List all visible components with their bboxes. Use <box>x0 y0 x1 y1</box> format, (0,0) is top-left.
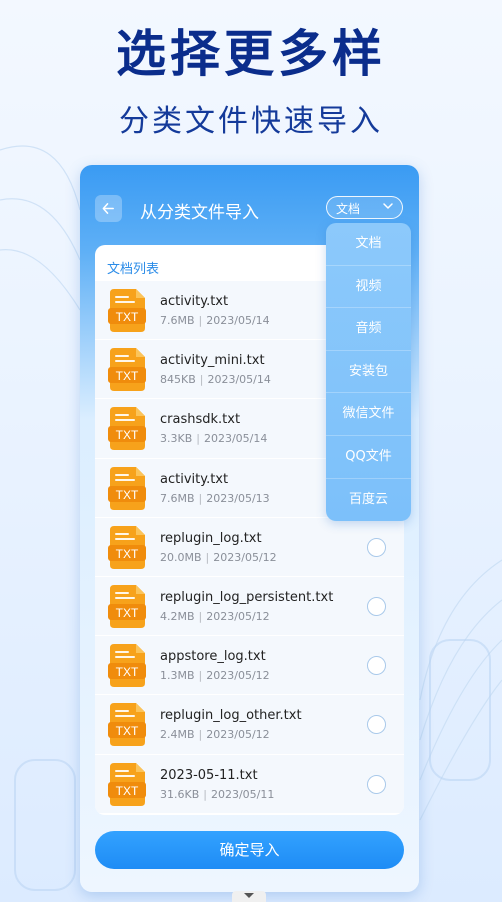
dropdown-item[interactable]: 音频 <box>326 308 411 351</box>
txt-file-icon: TXT <box>108 466 146 510</box>
file-icon-label: TXT <box>116 724 139 738</box>
file-meta: 4.2MB | 2023/05/12 <box>160 610 270 623</box>
file-meta: 3.3KB | 2023/05/14 <box>160 432 267 445</box>
txt-file-icon: TXT <box>108 644 146 688</box>
file-name: activity.txt <box>160 471 229 487</box>
meta-separator: | <box>198 609 203 623</box>
file-row[interactable]: TXT replugin_log.txt 20.0MB | 2023/05/12 <box>95 517 404 577</box>
meta-separator: | <box>198 314 203 327</box>
file-icon-label: TXT <box>116 428 139 442</box>
back-arrow-icon <box>102 203 114 214</box>
file-meta: 1.3MB | 2023/05/12 <box>160 669 270 682</box>
file-size: 3.3KB <box>160 432 193 446</box>
meta-separator: | <box>196 432 200 446</box>
file-date: 2023/05/11 <box>210 787 275 801</box>
select-radio[interactable] <box>367 596 386 616</box>
txt-file-icon: TXT <box>108 289 146 332</box>
file-icon-label: TXT <box>116 665 139 679</box>
txt-file-icon: TXT <box>108 703 146 747</box>
dropdown-item[interactable]: 百度云 <box>326 479 411 521</box>
meta-separator: | <box>199 373 204 387</box>
txt-file-icon: TXT <box>108 525 146 569</box>
file-list-title: 文档列表 <box>107 262 160 277</box>
file-meta: 7.6MB | 2023/05/13 <box>160 492 270 505</box>
file-date: 2023/05/14 <box>206 314 270 327</box>
file-name: appstore_log.txt <box>160 649 266 665</box>
select-radio[interactable] <box>367 656 386 676</box>
file-row[interactable]: TXT 2023-05-11.txt 31.6KB | 2023/05/11 <box>95 754 404 814</box>
select-radio[interactable] <box>367 715 386 735</box>
file-size: 1.3MB <box>160 669 195 683</box>
headline: 选择更多样 <box>116 25 386 83</box>
meta-separator: | <box>198 491 203 505</box>
file-date: 2023/05/12 <box>206 609 270 623</box>
file-date: 2023/05/14 <box>203 432 268 446</box>
file-meta: 2.4MB | 2023/05/12 <box>160 728 270 741</box>
file-meta: 31.6KB | 2023/05/11 <box>160 788 274 801</box>
file-name: replugin_log_other.txt <box>160 708 302 724</box>
file-icon-label: TXT <box>116 784 139 798</box>
file-date: 2023/05/12 <box>206 728 270 742</box>
subline: 分类文件快速导入 <box>119 104 383 139</box>
file-meta: 7.6MB | 2023/05/14 <box>160 314 270 327</box>
dropdown-item[interactable]: QQ文件 <box>326 436 411 479</box>
file-size: 2.4MB <box>160 728 195 742</box>
meta-separator: | <box>198 669 203 683</box>
file-meta: 20.0MB | 2023/05/12 <box>160 551 277 564</box>
dropdown-item[interactable]: 安装包 <box>326 351 411 394</box>
file-date: 2023/05/12 <box>213 550 277 564</box>
dropdown-item[interactable]: 文档 <box>326 223 411 266</box>
file-date: 2023/05/12 <box>206 669 270 683</box>
file-icon-label: TXT <box>116 310 139 324</box>
file-name: activity_mini.txt <box>160 353 265 369</box>
txt-file-icon: TXT <box>108 584 146 628</box>
dropdown-item[interactable]: 视频 <box>326 266 411 309</box>
dropdown-item[interactable]: 微信文件 <box>326 393 411 436</box>
file-meta: 845KB | 2023/05/14 <box>160 373 271 386</box>
bottom-handle[interactable] <box>232 891 266 902</box>
page-title: 从分类文件导入 <box>140 203 259 223</box>
select-radio[interactable] <box>367 537 386 557</box>
file-icon-label: TXT <box>116 606 139 620</box>
file-type-dropdown: 文档 视频 音频 安装包 微信文件 QQ文件 百度云 <box>326 223 411 521</box>
txt-file-icon: TXT <box>108 407 146 451</box>
select-radio[interactable] <box>367 774 386 794</box>
file-row[interactable]: TXT replugin_log_other.txt 2.4MB | 2023/05… <box>95 695 404 755</box>
file-icon-label: TXT <box>116 547 139 561</box>
txt-file-icon: TXT <box>108 348 146 392</box>
file-type-select-value: 文档 <box>336 202 361 216</box>
txt-file-icon: TXT <box>108 762 146 806</box>
file-name: 2023-05-11.txt <box>160 767 258 783</box>
meta-separator: | <box>198 728 203 742</box>
file-size: 845KB <box>160 373 196 387</box>
file-size: 4.2MB <box>160 609 195 623</box>
file-size: 7.6MB <box>160 491 195 505</box>
meta-separator: | <box>203 787 207 801</box>
file-date: 2023/05/13 <box>206 491 270 505</box>
back-button[interactable] <box>95 195 122 222</box>
chevron-down-icon <box>244 893 254 898</box>
meta-separator: | <box>205 550 210 564</box>
chevron-down-icon <box>383 203 393 209</box>
file-row[interactable]: TXT replugin_log_persistent.txt 4.2MB | 20… <box>95 576 404 637</box>
file-size: 20.0MB <box>160 550 202 564</box>
file-size: 7.6MB <box>160 314 195 327</box>
file-row[interactable]: TXT appstore_log.txt 1.3MB | 2023/05/12 <box>95 636 404 696</box>
file-name: replugin_log_persistent.txt <box>160 589 334 605</box>
file-date: 2023/05/14 <box>207 373 271 387</box>
file-icon-label: TXT <box>116 488 139 502</box>
file-name: crashsdk.txt <box>160 412 241 428</box>
file-type-select[interactable]: 文档 <box>326 196 403 219</box>
file-icon-label: TXT <box>116 369 139 383</box>
file-size: 31.6KB <box>160 787 200 801</box>
file-name: activity.txt <box>160 294 229 309</box>
file-name: replugin_log.txt <box>160 530 262 546</box>
confirm-import-button[interactable]: 确定导入 <box>95 831 404 869</box>
